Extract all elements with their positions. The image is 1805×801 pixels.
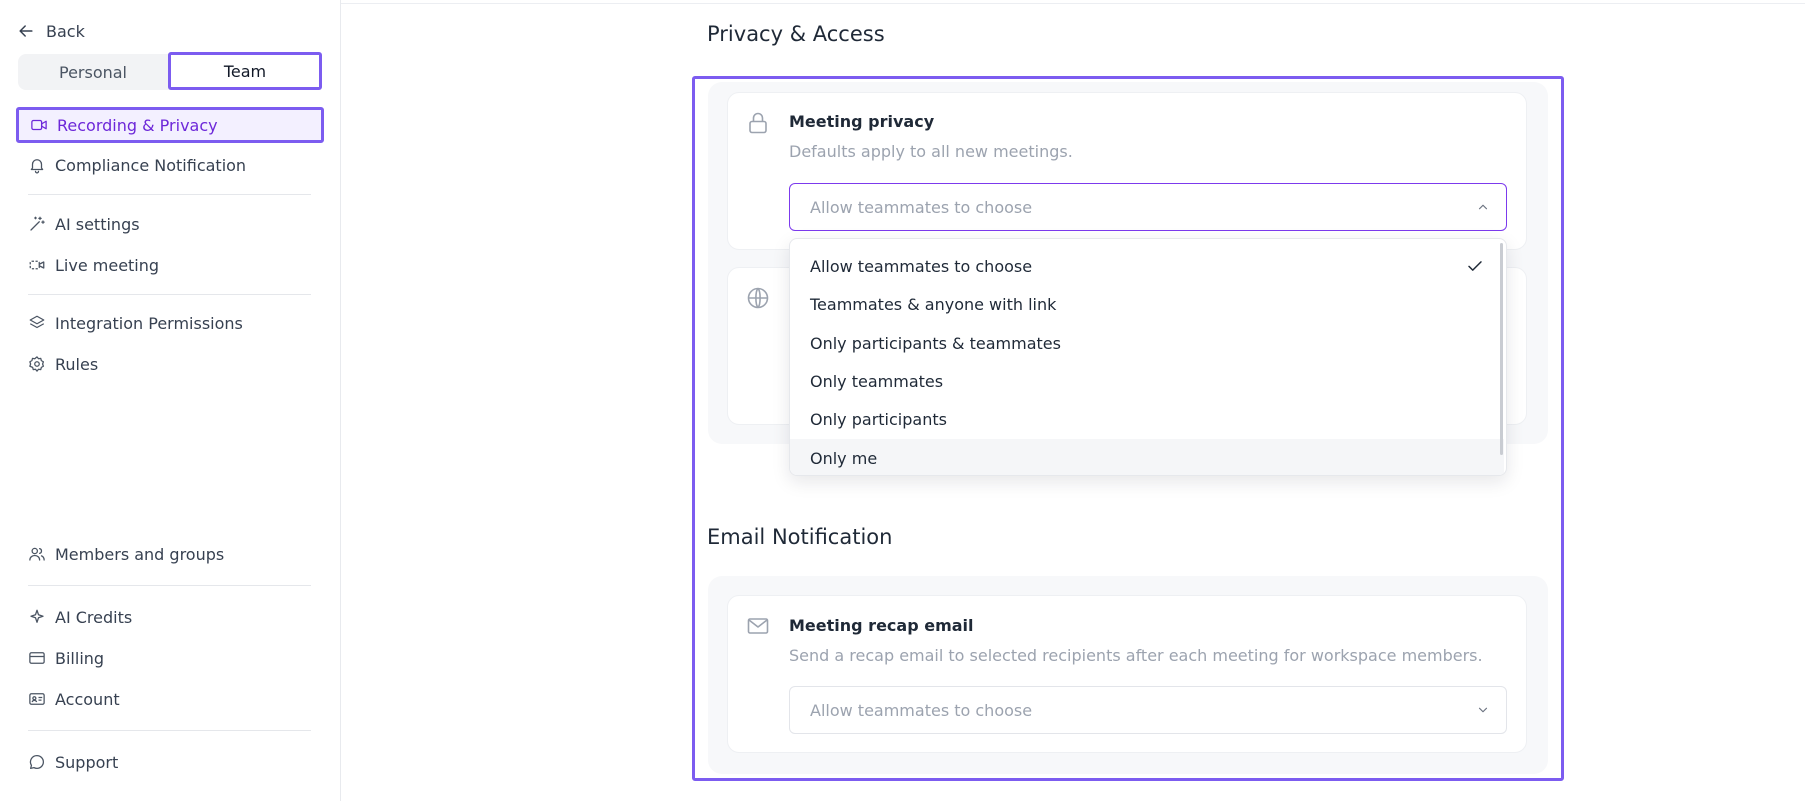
arrow-left-icon (19, 25, 33, 37)
sidebar-item-label: Recording & Privacy (57, 115, 218, 135)
sidebar-item-support[interactable]: Support (16, 744, 324, 780)
sparkle-icon (30, 609, 44, 623)
settings-sidebar: Back Personal Team Recording & Privacy C… (0, 0, 341, 801)
sidebar-item-label: AI Credits (55, 607, 133, 627)
divider (28, 294, 311, 295)
sidebar-item-members-groups[interactable]: Members and groups (16, 536, 324, 572)
privacy-section-title: Privacy & Access (707, 22, 885, 46)
bell-icon (30, 159, 44, 174)
sidebar-item-billing[interactable]: Billing (16, 640, 324, 676)
sidebar-item-label: Rules (55, 354, 99, 374)
back-label: Back (46, 21, 85, 41)
selection-highlight (692, 76, 1564, 781)
sidebar-item-label: Support (55, 752, 119, 772)
sidebar-item-ai-credits[interactable]: AI Credits (16, 599, 324, 635)
users-icon (29, 547, 45, 561)
chat-bubble-icon (29, 754, 45, 770)
back-button[interactable]: Back (16, 18, 85, 44)
sidebar-item-compliance[interactable]: Compliance Notification (16, 147, 324, 183)
video-camera-icon (31, 119, 47, 131)
sidebar-item-ai-settings[interactable]: AI settings (16, 206, 324, 242)
sidebar-item-label: Live meeting (55, 255, 160, 275)
id-card-icon (29, 693, 45, 705)
sidebar-item-integration-permissions[interactable]: Integration Permissions (16, 305, 324, 341)
sidebar-item-label: Members and groups (55, 544, 225, 564)
camera-icon (29, 260, 45, 270)
divider (28, 730, 311, 731)
magic-wand-icon (30, 216, 45, 231)
divider (28, 194, 311, 195)
sidebar-item-label: Account (55, 689, 120, 709)
sidebar-item-label: Compliance Notification (55, 155, 247, 175)
gear-icon (29, 356, 45, 372)
scope-toggle: Personal Team (18, 52, 322, 90)
sidebar-item-rules[interactable]: Rules (16, 346, 324, 382)
top-border (341, 3, 1805, 4)
tab-personal[interactable]: Personal (18, 54, 168, 90)
sidebar-item-label: Billing (55, 648, 105, 668)
sidebar-item-recording-privacy[interactable]: Recording & Privacy (16, 107, 324, 143)
tab-team[interactable]: Team (168, 52, 322, 90)
layers-icon (29, 315, 45, 329)
sidebar-item-label: Integration Permissions (55, 313, 243, 333)
sidebar-item-live-meeting[interactable]: Live meeting (16, 247, 324, 283)
divider (28, 585, 311, 586)
sidebar-item-account[interactable]: Account (16, 681, 324, 717)
credit-card-icon (29, 652, 45, 664)
sidebar-item-label: AI settings (55, 214, 140, 234)
